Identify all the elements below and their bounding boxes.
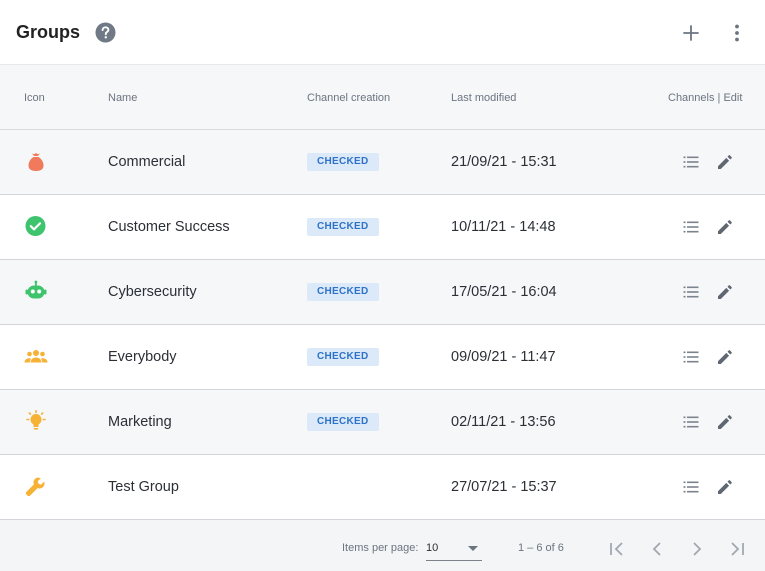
pagination-range: 1 – 6 of 6	[518, 542, 564, 554]
column-header-name[interactable]: Name	[108, 92, 137, 104]
group-name: Test Group	[108, 479, 179, 495]
group-name: Marketing	[108, 414, 172, 430]
channels-list-button[interactable]	[681, 282, 701, 302]
last-modified-date: 21/09/21 - 15:31	[451, 154, 557, 170]
people-group-icon	[24, 345, 48, 369]
last-modified-date: 17/05/21 - 16:04	[451, 284, 557, 300]
table-row[interactable]: Cybersecurity CHECKED 17/05/21 - 16:04	[0, 260, 765, 325]
edit-group-button[interactable]	[715, 217, 735, 237]
channel-creation-badge: CHECKED	[307, 218, 379, 236]
page-header: Groups	[0, 0, 765, 65]
money-bag-icon	[24, 150, 48, 174]
table-row[interactable]: Commercial CHECKED 21/09/21 - 15:31	[0, 130, 765, 195]
page-title: Groups	[16, 22, 81, 42]
channels-list-button[interactable]	[681, 152, 701, 172]
items-per-page-value: 10	[426, 542, 439, 554]
edit-group-button[interactable]	[715, 347, 735, 367]
items-per-page-select[interactable]: 10	[426, 537, 482, 561]
next-page-button[interactable]	[685, 537, 709, 561]
pagination-bar: Items per page: 10 1 – 6 of 6	[0, 520, 765, 571]
wrench-icon	[24, 475, 48, 499]
last-modified-date: 27/07/21 - 15:37	[451, 479, 557, 495]
more-options-button[interactable]	[724, 20, 750, 46]
column-header-last-modified[interactable]: Last modified	[451, 92, 516, 104]
table-header: Icon Name Channel creation Last modified…	[0, 65, 765, 130]
table-row[interactable]: Everybody CHECKED 09/09/21 - 11:47	[0, 325, 765, 390]
last-modified-date: 10/11/21 - 14:48	[451, 219, 556, 235]
check-circle-icon	[24, 215, 48, 239]
channels-list-button[interactable]	[681, 217, 701, 237]
column-header-icon: Icon	[24, 92, 45, 104]
channel-creation-badge: CHECKED	[307, 413, 379, 431]
last-modified-date: 09/09/21 - 11:47	[451, 349, 556, 365]
channels-list-button[interactable]	[681, 412, 701, 432]
edit-group-button[interactable]	[715, 477, 735, 497]
last-modified-date: 02/11/21 - 13:56	[451, 414, 556, 430]
channels-list-button[interactable]	[681, 477, 701, 497]
table-row[interactable]: Customer Success CHECKED 10/11/21 - 14:4…	[0, 195, 765, 260]
table-row[interactable]: Marketing CHECKED 02/11/21 - 13:56	[0, 390, 765, 455]
group-name: Customer Success	[108, 219, 230, 235]
group-name: Everybody	[108, 349, 177, 365]
previous-page-button[interactable]	[645, 537, 669, 561]
group-name: Cybersecurity	[108, 284, 197, 300]
lightbulb-icon	[24, 410, 48, 434]
channels-list-button[interactable]	[681, 347, 701, 367]
channel-creation-badge: CHECKED	[307, 348, 379, 366]
last-page-button[interactable]	[725, 537, 749, 561]
robot-icon	[24, 280, 48, 304]
chevron-down-icon	[468, 546, 478, 551]
column-header-channel-creation[interactable]: Channel creation	[307, 92, 390, 104]
help-icon[interactable]	[95, 22, 116, 43]
add-group-button[interactable]	[678, 20, 704, 46]
edit-group-button[interactable]	[715, 282, 735, 302]
edit-group-button[interactable]	[715, 152, 735, 172]
items-per-page-label: Items per page:	[342, 542, 419, 554]
first-page-button[interactable]	[605, 537, 629, 561]
edit-group-button[interactable]	[715, 412, 735, 432]
channel-creation-badge: CHECKED	[307, 283, 379, 301]
channel-creation-badge: CHECKED	[307, 153, 379, 171]
table-row[interactable]: Test Group 27/07/21 - 15:37	[0, 455, 765, 520]
column-header-actions: Channels | Edit	[668, 92, 743, 104]
group-name: Commercial	[108, 154, 186, 170]
